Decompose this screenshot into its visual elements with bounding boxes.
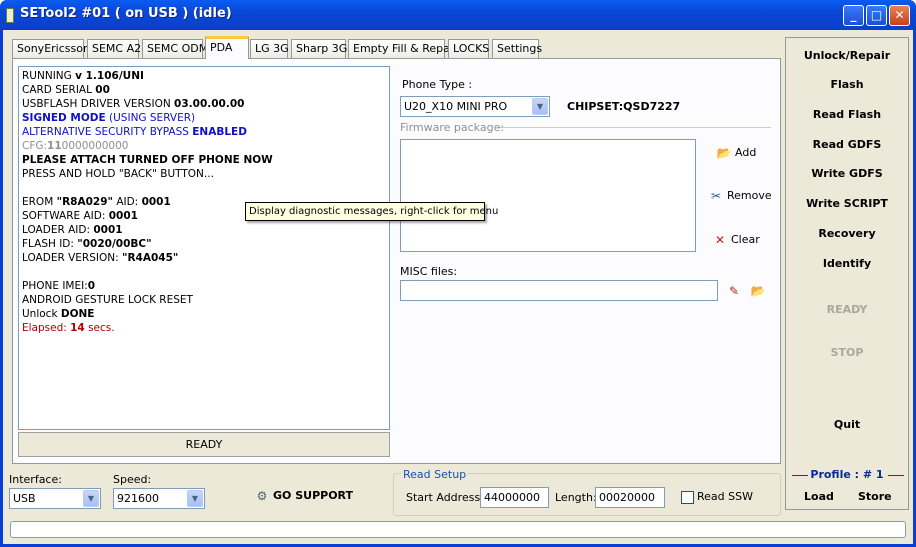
tab-locks[interactable]: LOCKS: [448, 39, 489, 58]
read-gdfs-button[interactable]: Read GDFS: [786, 138, 908, 151]
speed-select[interactable]: 921600 ▼: [113, 488, 205, 509]
log-line: ALTERNATIVE SECURITY BYPASS ENABLED: [22, 126, 247, 138]
misc-files-input[interactable]: [400, 280, 718, 301]
tab-semc-a2[interactable]: SEMC A2: [87, 39, 141, 58]
maximize-button[interactable]: □: [866, 5, 887, 26]
log-line: ANDROID GESTURE LOCK RESET: [22, 294, 193, 306]
tab-sonyericsson[interactable]: SonyEricsson: [12, 39, 90, 58]
ready-button[interactable]: READY: [786, 303, 908, 316]
folder-open-icon: 📂: [716, 146, 732, 160]
diagnostic-log[interactable]: RUNNING v 1.106/UNI CARD SERIAL 00 USBFL…: [18, 66, 390, 430]
phone-type-value: U20_X10 MINI PRO: [404, 100, 508, 113]
interface-value: USB: [13, 492, 36, 505]
log-line: PHONE IMEI:0: [22, 280, 96, 292]
log-line: Elapsed: 14 secs.: [22, 322, 115, 334]
client-area: SonyEricsson SEMC A2 SEMC ODM PDA LG 3G …: [3, 30, 913, 544]
misc-files-label: MISC files:: [400, 265, 458, 278]
log-line: LOADER VERSION: "R4A045": [22, 252, 179, 264]
pencil-icon: ✎: [728, 284, 740, 298]
write-script-button[interactable]: Write SCRIPT: [786, 197, 908, 210]
log-line: LOADER AID: 0001: [22, 224, 123, 236]
phone-type-select[interactable]: U20_X10 MINI PRO ▼: [400, 96, 550, 117]
folder-open-icon: 📂: [750, 284, 766, 298]
profile-value: # 1: [862, 468, 884, 481]
tab-lg-3g[interactable]: LG 3G: [250, 39, 289, 58]
profile-label: Profile : # 1: [810, 468, 884, 481]
add-button[interactable]: 📂 Add: [716, 146, 757, 160]
scissors-icon: ✂: [710, 189, 722, 203]
stop-button[interactable]: STOP: [786, 346, 908, 359]
log-status: READY: [18, 432, 390, 457]
chipset-label: CHIPSET:QSD7227: [567, 100, 681, 113]
write-gdfs-button[interactable]: Write GDFS: [786, 167, 908, 180]
log-line: PRESS AND HOLD "BACK" BUTTON...: [22, 168, 214, 180]
log-line: SIGNED MODE (USING SERVER): [22, 112, 196, 124]
tab-semc-odm[interactable]: SEMC ODM: [142, 39, 208, 58]
support-icon: ⚙: [256, 489, 268, 503]
tab-pda[interactable]: PDA: [205, 36, 249, 59]
open-misc-button[interactable]: 📂: [750, 284, 769, 298]
flash-button[interactable]: Flash: [786, 78, 908, 91]
recovery-button[interactable]: Recovery: [786, 227, 908, 240]
tab-sharp-3g[interactable]: Sharp 3G: [291, 39, 347, 58]
firmware-package-label: Firmware package:: [400, 121, 505, 134]
quit-button[interactable]: Quit: [786, 418, 908, 431]
interface-label: Interface:: [9, 473, 62, 486]
identify-button[interactable]: Identify: [786, 257, 908, 270]
log-line: Unlock DONE: [22, 308, 95, 320]
load-button[interactable]: Load: [804, 490, 834, 503]
read-flash-button[interactable]: Read Flash: [786, 108, 908, 121]
chevron-down-icon[interactable]: ▼: [532, 98, 548, 115]
remove-button[interactable]: ✂ Remove: [708, 189, 772, 203]
log-line: CARD SERIAL 00: [22, 84, 110, 96]
close-button[interactable]: ✕: [889, 5, 910, 26]
unlock-repair-button[interactable]: Unlock/Repair: [786, 49, 908, 62]
length-input[interactable]: 00020000: [595, 487, 665, 508]
go-support-button[interactable]: ⚙ GO SUPPORT: [254, 489, 353, 503]
window-title: SETool2 #01 ( on USB ) (idle): [20, 6, 232, 21]
app-icon: [6, 8, 14, 23]
chevron-down-icon[interactable]: ▼: [83, 490, 99, 507]
read-setup-label: Read Setup: [401, 468, 469, 481]
log-line: USBFLASH DRIVER VERSION 03.00.00.00: [22, 98, 245, 110]
tab-empty-fill-repair[interactable]: Empty Fill & Repair: [348, 39, 457, 58]
app-window: SETool2 #01 ( on USB ) (idle) _ □ ✕ Sony…: [0, 0, 916, 547]
read-ssw-checkbox[interactable]: Read SSW: [681, 490, 753, 504]
red-x-icon: ✕: [714, 233, 726, 247]
log-line: PLEASE ATTACH TURNED OFF PHONE NOW: [22, 154, 273, 166]
log-line: CFG:110000000000: [22, 140, 129, 152]
edit-misc-button[interactable]: ✎: [726, 284, 745, 298]
clear-button[interactable]: ✕ Clear: [712, 233, 760, 247]
store-button[interactable]: Store: [858, 490, 892, 503]
start-address-label: Start Address:: [406, 491, 484, 504]
log-blank-line: [22, 265, 386, 279]
command-panel: Unlock/Repair Flash Read Flash Read GDFS…: [785, 37, 909, 510]
minimize-button[interactable]: _: [843, 5, 864, 26]
title-bar[interactable]: SETool2 #01 ( on USB ) (idle) _ □ ✕: [0, 0, 916, 30]
chevron-down-icon[interactable]: ▼: [187, 490, 203, 507]
tooltip: Display diagnostic messages, right-click…: [245, 202, 498, 221]
start-address-input[interactable]: 44000000: [480, 487, 549, 508]
speed-value: 921600: [117, 492, 159, 505]
log-line: FLASH ID: "0020/00BC": [22, 238, 152, 250]
progress-bar: [10, 521, 906, 538]
speed-label: Speed:: [113, 473, 152, 486]
checkbox-box[interactable]: [681, 490, 694, 504]
tab-settings[interactable]: Settings: [492, 39, 542, 58]
log-blank-line: [22, 181, 386, 195]
length-label: Length:: [555, 491, 597, 504]
firmware-package-list[interactable]: [400, 139, 696, 252]
interface-select[interactable]: USB ▼: [9, 488, 101, 509]
firmware-group-line: [497, 127, 771, 128]
log-line: RUNNING v 1.106/UNI: [22, 70, 144, 82]
phone-type-label: Phone Type :: [402, 78, 473, 91]
